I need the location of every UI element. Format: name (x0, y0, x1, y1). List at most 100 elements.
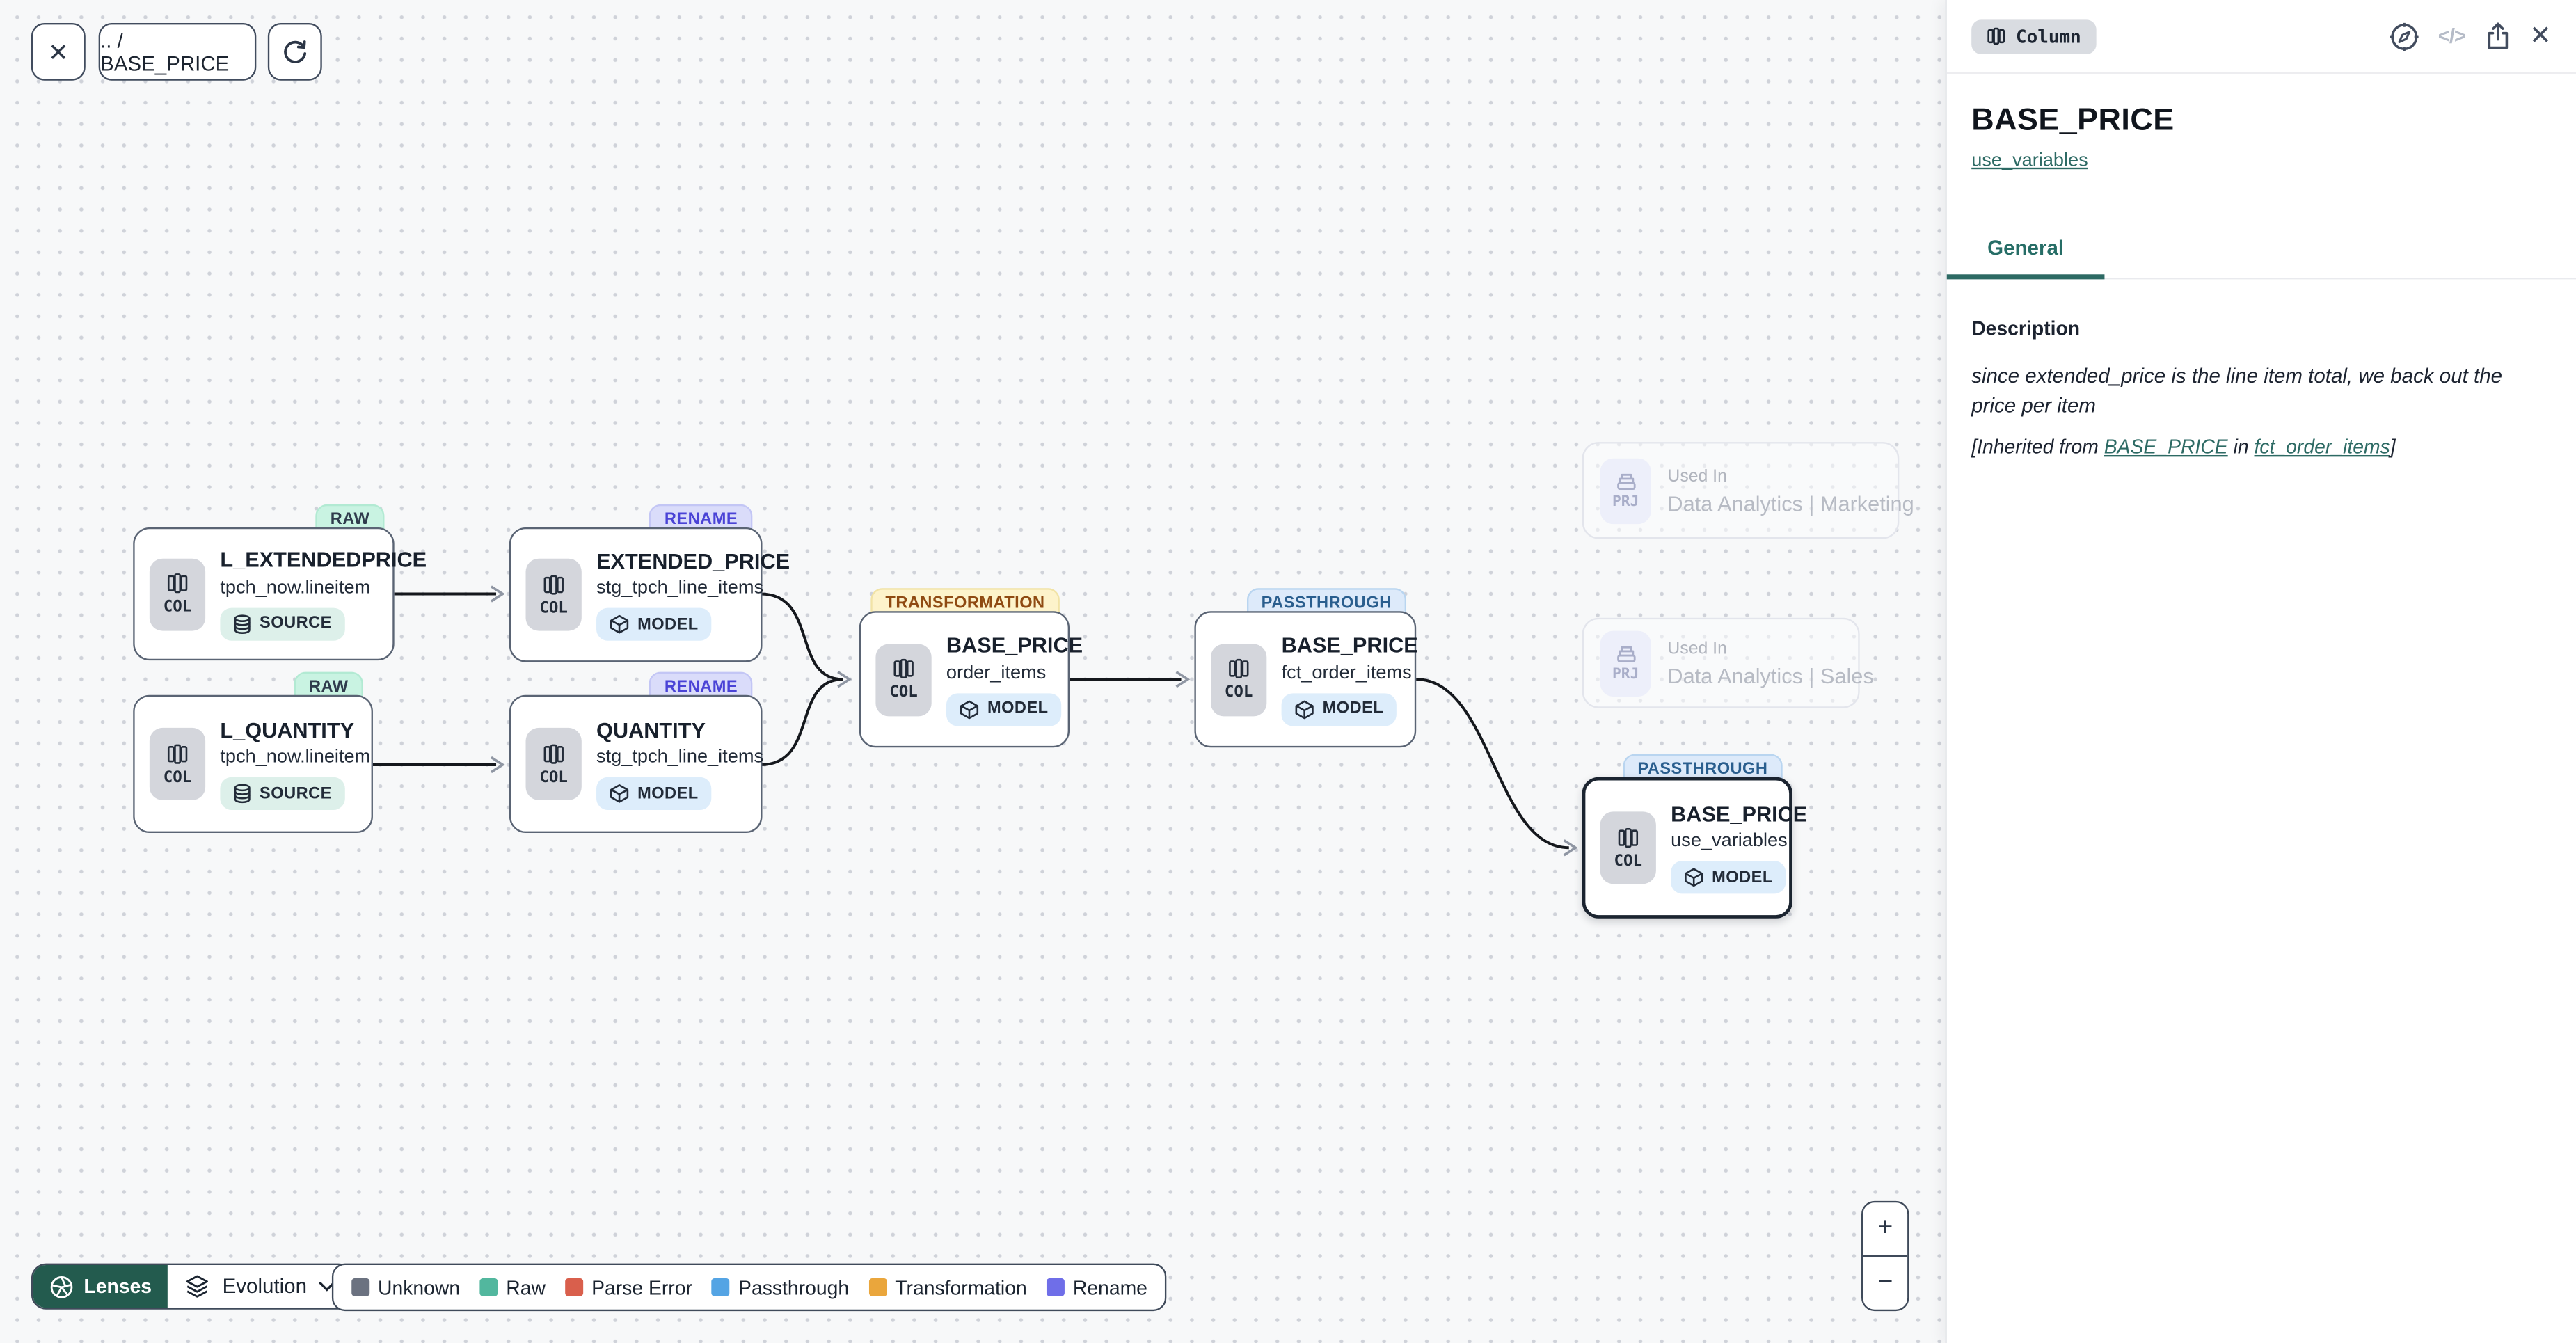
model-cube-icon (610, 784, 629, 803)
node-subtitle: use_variables (1671, 832, 1788, 851)
column-chip: COL (1600, 811, 1656, 884)
columns-icon (166, 572, 189, 595)
kind-badge: MODEL (596, 777, 712, 810)
kind-badge: SOURCE (220, 777, 344, 810)
model-cube-icon (1294, 699, 1314, 719)
node-title: BASE_PRICE (946, 633, 1083, 660)
columns-icon (542, 742, 565, 765)
node-title: BASE_PRICE (1282, 633, 1418, 660)
lens-legend: Unknown Raw Parse Error Passthrough Tran… (332, 1264, 1167, 1311)
column-chip: COL (1211, 643, 1266, 715)
legend-swatch-transformation (868, 1278, 887, 1296)
close-icon: ✕ (48, 37, 69, 66)
kind-badge: SOURCE (220, 607, 344, 640)
column-chip: COL (150, 728, 205, 800)
legend-swatch-unknown (351, 1278, 369, 1296)
description-heading: Description (1971, 317, 2551, 340)
node-extended-price[interactable]: RENAME COL EXTENDED_PRICE stg_tpch_line_… (509, 527, 763, 662)
tab-general[interactable]: General (1947, 223, 2105, 278)
compass-icon (2389, 21, 2420, 52)
node-subtitle: stg_tpch_line_items (596, 578, 763, 598)
lens-select-evolution[interactable]: Evolution (168, 1265, 351, 1308)
layers-icon (184, 1273, 211, 1300)
legend-item: Raw (479, 1276, 545, 1298)
lenses-button[interactable]: Lenses (33, 1265, 168, 1308)
legend-item: Unknown (351, 1276, 460, 1298)
close-panel-button[interactable]: ✕ (2529, 19, 2552, 52)
used-in-project: Data Analytics | Sales (1667, 663, 1873, 688)
model-cube-icon (610, 614, 629, 634)
node-subtitle: stg_tpch_line_items (596, 748, 763, 768)
database-icon (233, 784, 251, 803)
node-title: L_EXTENDEDPRICE (220, 548, 427, 574)
node-subtitle: tpch_now.lineitem (220, 578, 370, 597)
kind-badge: MODEL (1282, 692, 1397, 725)
columns-icon (542, 573, 565, 596)
node-quantity[interactable]: RENAME COL QUANTITY stg_tpch_line_items (509, 695, 763, 833)
legend-item: Passthrough (712, 1276, 849, 1298)
inherited-column-link[interactable]: BASE_PRICE (2104, 436, 2228, 459)
model-link[interactable]: use_variables (1971, 151, 2088, 170)
node-title: L_QUANTITY (220, 717, 354, 744)
legend-swatch-rename (1047, 1278, 1065, 1296)
columns-icon (1227, 657, 1250, 680)
node-l-extendedprice[interactable]: RAW COL L_EXTENDEDPRICE tpch_now.lineite… (133, 527, 394, 660)
used-in-label: Used In (1667, 466, 1914, 485)
legend-item: Parse Error (565, 1276, 692, 1298)
node-base-price-use-variables[interactable]: PASSTHROUGH COL BASE_PRICE use_variables (1582, 777, 1792, 919)
kind-badge: MODEL (1671, 861, 1786, 893)
active-tab-indicator (1947, 274, 2105, 279)
zoom-controls: + − (1861, 1201, 1909, 1311)
kind-badge: MODEL (596, 608, 712, 641)
share-button[interactable] (2483, 22, 2511, 51)
columns-icon (1616, 825, 1639, 848)
panel-header: Column </> (1947, 0, 2576, 74)
node-base-price-order-items[interactable]: TRANSFORMATION COL BASE_PRICE order_item… (859, 611, 1070, 747)
kind-badge: MODEL (946, 692, 1062, 725)
columns-icon (892, 657, 915, 680)
project-icon (1614, 642, 1637, 664)
refresh-button[interactable] (268, 23, 322, 81)
column-chip: COL (150, 558, 205, 630)
app-root: ✕ .. / BASE_PRICE PRJ Used In Data Analy… (0, 0, 2576, 1343)
close-icon: ✕ (2529, 19, 2552, 52)
legend-item: Rename (1047, 1276, 1147, 1298)
model-cube-icon (1684, 868, 1703, 887)
node-title: QUANTITY (596, 717, 706, 744)
legend-swatch-parse-error (565, 1278, 583, 1296)
inherited-model-link[interactable]: fct_order_items (2255, 436, 2390, 459)
panel-tabs: General (1947, 223, 2576, 279)
model-cube-icon (960, 699, 979, 719)
panel-title: BASE_PRICE (1971, 104, 2551, 140)
project-chip: PRJ (1600, 458, 1651, 523)
refresh-icon (281, 38, 309, 65)
node-base-price-fct-order-items[interactable]: PASSTHROUGH COL BASE_PRICE fct_order_ite… (1194, 611, 1416, 747)
database-icon (233, 614, 251, 633)
share-icon (2483, 22, 2511, 51)
zoom-out-button[interactable]: − (1863, 1255, 1907, 1310)
project-icon (1614, 470, 1637, 491)
inherited-note: [Inherited from BASE_PRICE in fct_order_… (1971, 436, 2551, 459)
node-subtitle: tpch_now.lineitem (220, 748, 370, 768)
used-in-project: Data Analytics | Marketing (1667, 491, 1914, 515)
legend-swatch-raw (479, 1278, 498, 1296)
lens-bar: Lenses Evolution (31, 1264, 353, 1310)
lenses-aperture-icon (49, 1274, 74, 1298)
node-title: BASE_PRICE (1671, 802, 1807, 828)
column-chip: COL (526, 728, 582, 800)
zoom-in-button[interactable]: + (1863, 1202, 1907, 1255)
legend-swatch-passthrough (712, 1278, 730, 1296)
code-view-button[interactable]: </> (2438, 24, 2465, 47)
explore-compass-button[interactable] (2389, 21, 2420, 52)
node-subtitle: fct_order_items (1282, 663, 1412, 683)
breadcrumb[interactable]: .. / BASE_PRICE (99, 23, 257, 81)
close-lineage-button[interactable]: ✕ (31, 23, 86, 81)
legend-item: Transformation (868, 1276, 1026, 1298)
entity-kind-badge: Column (1971, 19, 2096, 54)
column-chip: COL (875, 643, 931, 715)
details-panel: Column </> (1945, 0, 2576, 1343)
description-body: since extended_price is the line item to… (1971, 363, 2550, 421)
node-l-quantity[interactable]: RAW COL L_QUANTITY tpch_now.lineitem (133, 695, 373, 833)
used-in-card-marketing: PRJ Used In Data Analytics | Marketing (1582, 442, 1900, 539)
code-icon: </> (2438, 24, 2465, 47)
